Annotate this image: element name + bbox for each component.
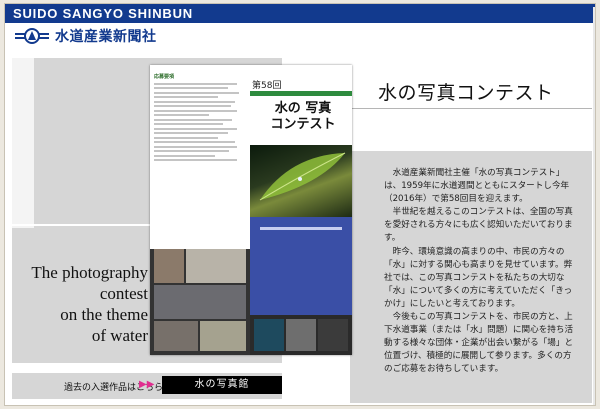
- poster-photo: [154, 249, 184, 283]
- intro-paragraph: 水道産業新聞社主催「水の写真コンテスト」は、1959年に水道週間とともにスタート…: [384, 168, 570, 205]
- poster-requirements-label: 応募要項: [154, 74, 175, 80]
- poster-title: 水の 写真 コンテスト: [256, 101, 350, 133]
- poster-title-line: コンテスト: [270, 117, 336, 132]
- poster-photo: [186, 249, 246, 283]
- poster-leaf-photo: [250, 145, 352, 217]
- contest-poster[interactable]: 応募要項 第58回 水の 写真 コンテスト: [150, 65, 352, 355]
- top-bar: SUIDO SANGYO SHINBUN: [5, 4, 595, 23]
- poster-photo: [254, 319, 284, 351]
- english-title-line: The photography: [31, 263, 148, 282]
- poster-photo: [154, 285, 246, 319]
- intro-paragraph: 今後もこの写真コンテストを、市民の方と、上下水道事業（または「水」問題）に関心を…: [384, 312, 574, 375]
- poster-photo: [286, 319, 316, 351]
- poster-photo: [200, 321, 246, 351]
- poster-requirements: 応募要項: [154, 73, 246, 251]
- logo-name: 水道産業新聞社: [55, 29, 157, 45]
- logo-mark-icon: [15, 27, 49, 45]
- poster-green-bar: [250, 91, 352, 96]
- poster-message-box: [250, 217, 352, 315]
- heading-divider: [350, 108, 592, 109]
- scrollbar[interactable]: [593, 7, 595, 405]
- intro-text: 水道産業新聞社主催「水の写真コンテスト」は、1959年に水道週間とともにスタート…: [384, 167, 580, 377]
- poster-photo: [318, 319, 348, 351]
- intro-paragraph: 昨今、環境意識の高まりの中、市民の方々の「水」に対する関心も高まりを見せています…: [384, 246, 573, 309]
- english-title-line: of water: [91, 326, 148, 345]
- gallery-button[interactable]: 水の写真館: [162, 376, 282, 394]
- poster-edition: 第58回: [252, 81, 282, 91]
- english-title: The photography contest on the theme of …: [18, 262, 148, 346]
- poster-title-line: 水の 写真: [274, 101, 332, 116]
- english-title-line: on the theme: [60, 305, 148, 324]
- page-title: 水の写真コンテスト: [378, 82, 554, 104]
- site-logo[interactable]: 水道産業新聞社: [15, 26, 157, 46]
- english-title-line: contest: [99, 284, 148, 303]
- double-arrow-icon: ▶▶: [139, 379, 155, 390]
- poster-photo: [154, 321, 198, 351]
- intro-paragraph: 半世紀を越えるこのコンテストは、全国の写真を愛好される方々にも広く認知いただいて…: [384, 207, 573, 244]
- site-title: SUIDO SANGYO SHINBUN: [13, 6, 193, 21]
